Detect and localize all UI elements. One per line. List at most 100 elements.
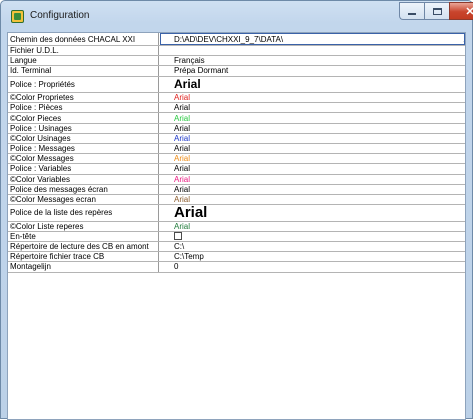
property-value-text: Arial bbox=[174, 133, 191, 143]
property-row[interactable]: Police : Usinages Arial bbox=[8, 123, 465, 134]
property-value[interactable]: Arial bbox=[160, 103, 465, 112]
property-label: ©Color Proprietes bbox=[8, 93, 159, 103]
property-label: Police : Usinages bbox=[8, 123, 159, 133]
property-row[interactable]: Police : Variables Arial bbox=[8, 164, 465, 175]
property-value-text: Arial bbox=[174, 144, 191, 154]
property-value-text: Arial bbox=[174, 154, 191, 164]
property-value[interactable]: Arial bbox=[160, 195, 465, 204]
property-row[interactable]: Police : Propriétés Arial bbox=[8, 76, 465, 94]
property-value-text: Arial bbox=[174, 77, 201, 92]
property-value[interactable]: 0 bbox=[160, 262, 465, 271]
property-value[interactable]: Prépa Dormant bbox=[160, 66, 465, 75]
property-value[interactable]: Arial bbox=[160, 185, 465, 194]
property-value-text: D:\AD\DEV\CHXXI_9_7\DATA\ bbox=[174, 34, 284, 44]
property-value-text: C:\ bbox=[174, 242, 185, 252]
property-label: Id. Terminal bbox=[8, 66, 159, 76]
property-label: Police : Variables bbox=[8, 164, 159, 174]
browse-ellipsis-button[interactable]: ... bbox=[463, 37, 464, 44]
property-row[interactable]: Police de la liste des repères Arial bbox=[8, 205, 465, 222]
property-label: Police des messages écran bbox=[8, 184, 159, 194]
app-icon bbox=[11, 10, 24, 23]
property-row[interactable]: Montagelijn 0 bbox=[8, 262, 465, 273]
property-value-text: 0 bbox=[174, 262, 179, 272]
property-row[interactable]: ©Color Usinages Arial bbox=[8, 133, 465, 144]
property-value-text: Arial bbox=[174, 164, 191, 174]
property-label: ©Color Variables bbox=[8, 174, 159, 184]
property-value[interactable]: Arial bbox=[160, 113, 465, 123]
property-row[interactable]: Langue Français bbox=[8, 56, 465, 67]
property-label: ©Color Pieces bbox=[8, 113, 159, 123]
property-value-text: Arial bbox=[174, 103, 191, 113]
property-label: ©Color Messages ecran bbox=[8, 194, 159, 205]
property-value-text: Arial bbox=[174, 113, 191, 123]
property-label: Répertoire fichier trace CB bbox=[8, 252, 159, 262]
minimize-icon bbox=[408, 12, 416, 15]
property-label: Police : Propriétés bbox=[8, 76, 159, 93]
property-row[interactable]: ©Color Proprietes Arial bbox=[8, 93, 465, 104]
property-value[interactable] bbox=[160, 46, 465, 55]
property-value[interactable]: Français bbox=[160, 56, 465, 65]
property-row[interactable]: ©Color Liste reperes Arial bbox=[8, 221, 465, 232]
property-value[interactable]: C:\ bbox=[160, 242, 465, 251]
property-row[interactable]: Fichier U.D.L. bbox=[8, 46, 465, 57]
property-row[interactable]: ©Color Messages ecran Arial bbox=[8, 194, 465, 206]
en-tete-checkbox[interactable] bbox=[174, 232, 182, 241]
property-value[interactable]: Arial bbox=[160, 134, 465, 143]
property-row[interactable]: En-tête bbox=[8, 231, 465, 242]
property-label: ©Color Usinages bbox=[8, 133, 159, 143]
property-label: Répertoire de lecture des CB en amont bbox=[8, 242, 159, 252]
property-row[interactable]: Police des messages écran Arial bbox=[8, 184, 465, 195]
title-bar[interactable]: Configuration ✕ bbox=[1, 1, 473, 31]
property-value[interactable]: Arial bbox=[160, 222, 465, 231]
property-row[interactable]: Id. Terminal Prépa Dormant bbox=[8, 66, 465, 77]
property-label: Montagelijn bbox=[8, 262, 159, 272]
property-value-text: Arial bbox=[174, 205, 208, 221]
property-label: Police : Pièces bbox=[8, 103, 159, 113]
property-row[interactable]: ©Color Messages Arial bbox=[8, 154, 465, 165]
property-grid-panel: Chemin des données CHACAL XXI D:\AD\DEV\C… bbox=[7, 32, 466, 420]
property-value[interactable]: Arial bbox=[160, 205, 465, 221]
property-value-text: Arial bbox=[174, 221, 191, 231]
property-row[interactable]: ©Color Variables Arial bbox=[8, 174, 465, 185]
property-value-text: C:\Temp bbox=[174, 252, 204, 262]
property-value[interactable]: Arial bbox=[160, 144, 465, 153]
maximize-icon bbox=[432, 7, 442, 15]
property-value-text: Arial bbox=[174, 123, 191, 133]
window-title: Configuration bbox=[30, 10, 90, 21]
property-value[interactable] bbox=[160, 232, 465, 241]
property-value-text: Français bbox=[174, 56, 205, 66]
property-label: Chemin des données CHACAL XXI bbox=[8, 33, 159, 45]
property-grid: Chemin des données CHACAL XXI D:\AD\DEV\C… bbox=[8, 33, 465, 273]
property-value[interactable]: Arial bbox=[160, 77, 465, 93]
property-label: Police : Messages bbox=[8, 144, 159, 154]
close-button[interactable]: ✕ bbox=[449, 2, 473, 20]
property-value-text: Arial bbox=[174, 184, 191, 194]
property-value-text: Arial bbox=[174, 93, 191, 103]
property-label: Fichier U.D.L. bbox=[8, 46, 159, 56]
property-value[interactable]: Arial bbox=[160, 164, 465, 173]
property-row[interactable]: Répertoire de lecture des CB en amont C:\ bbox=[8, 242, 465, 253]
property-value[interactable]: Arial bbox=[160, 124, 465, 133]
maximize-button[interactable] bbox=[424, 2, 449, 20]
caption-buttons: ✕ bbox=[399, 2, 473, 20]
property-row[interactable]: ©Color Pieces Arial bbox=[8, 113, 465, 124]
close-icon: ✕ bbox=[465, 5, 473, 18]
property-row[interactable]: Répertoire fichier trace CB C:\Temp bbox=[8, 252, 465, 263]
configuration-window: Configuration ✕ Chemin des données CHACA… bbox=[0, 0, 473, 420]
minimize-button[interactable] bbox=[399, 2, 424, 20]
property-value[interactable]: Arial bbox=[160, 175, 465, 184]
property-label: ©Color Messages bbox=[8, 154, 159, 164]
property-value[interactable]: Arial bbox=[160, 154, 465, 163]
property-label: ©Color Liste reperes bbox=[8, 221, 159, 231]
property-row[interactable]: Chemin des données CHACAL XXI D:\AD\DEV\C… bbox=[8, 33, 465, 46]
property-value[interactable]: C:\Temp bbox=[160, 252, 465, 261]
property-label: En-tête bbox=[8, 231, 159, 241]
property-row[interactable]: Police : Messages Arial bbox=[8, 144, 465, 155]
property-value-text: Arial bbox=[174, 174, 191, 184]
property-label: Langue bbox=[8, 56, 159, 66]
property-value-input[interactable]: D:\AD\DEV\CHXXI_9_7\DATA\... bbox=[160, 33, 465, 45]
property-row[interactable]: Police : Pièces Arial bbox=[8, 103, 465, 114]
property-value[interactable]: Arial bbox=[160, 93, 465, 102]
property-label: Police de la liste des repères bbox=[8, 205, 159, 221]
property-value-text: Prépa Dormant bbox=[174, 66, 229, 76]
